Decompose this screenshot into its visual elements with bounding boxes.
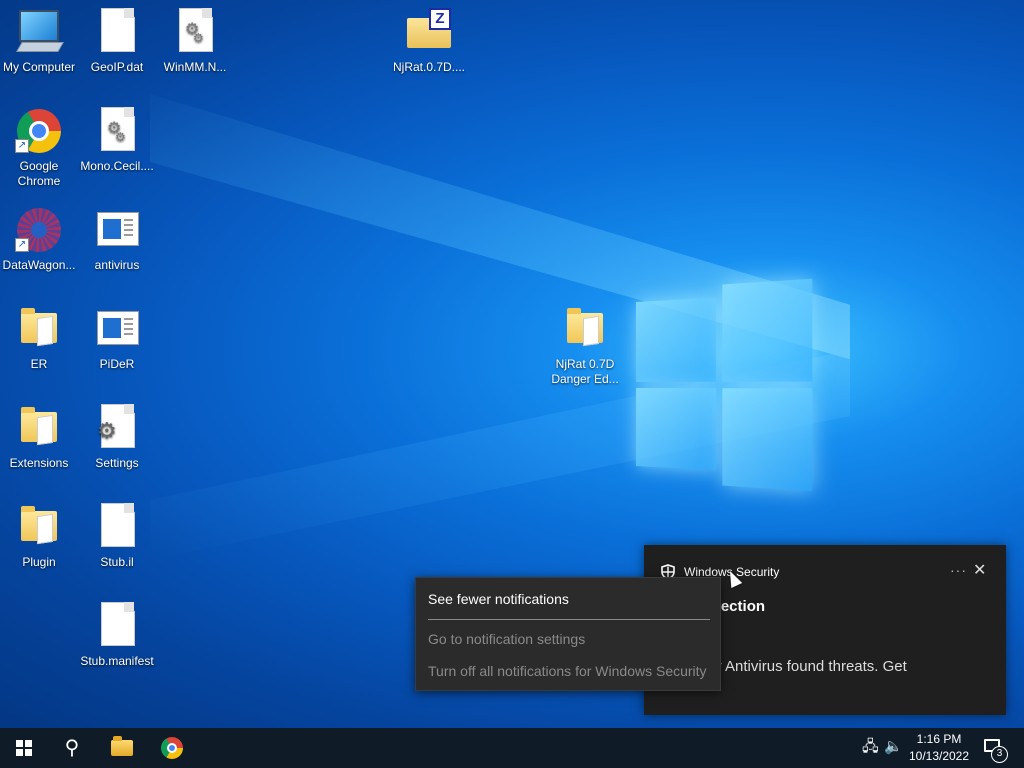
desktop-icon-label: Plugin xyxy=(22,555,56,569)
desktop-icon-label: Google Chrome xyxy=(17,159,61,188)
desktop-icon-label: Mono.Cecil.... xyxy=(80,159,154,173)
toast-close-button[interactable]: ✕ xyxy=(973,560,986,580)
desktop-icon-er-folder[interactable]: ER xyxy=(0,305,78,372)
start-button[interactable] xyxy=(0,728,48,768)
notification-count-badge: 3 xyxy=(991,746,1008,763)
menu-separator xyxy=(428,619,710,620)
taskbar-file-explorer[interactable] xyxy=(98,728,146,768)
search-button[interactable]: ⚲ xyxy=(48,728,96,768)
desktop-icon-label: antivirus xyxy=(94,258,140,272)
search-icon: ⚲ xyxy=(64,737,80,759)
action-center-button[interactable]: 3 xyxy=(982,737,1008,763)
desktop-icon-settings[interactable]: ⚙ Settings xyxy=(78,404,156,471)
taskbar-google-chrome[interactable] xyxy=(148,728,196,768)
desktop-icon-label: Stub.il xyxy=(100,555,134,569)
desktop-icon-label: GeoIP.dat xyxy=(90,60,144,74)
folder-icon xyxy=(561,305,609,353)
desktop-icon-datawagon[interactable]: ↗ DataWagon... xyxy=(0,206,78,273)
menu-item-go-to-notification-settings[interactable]: Go to notification settings xyxy=(428,630,585,648)
taskbar-clock[interactable]: 1:16 PM 10/13/2022 xyxy=(902,731,976,765)
desktop-icon-label: Extensions xyxy=(9,456,69,470)
settings-file-icon: ⚙ xyxy=(93,404,141,452)
folder-icon xyxy=(15,404,63,452)
toast-context-menu: See fewer notifications Go to notificati… xyxy=(415,577,721,691)
desktop-icon-winmm[interactable]: ⚙ ⚙ WinMM.N... xyxy=(156,8,234,75)
desktop-icon-google-chrome[interactable]: ↗ Google Chrome xyxy=(0,107,78,189)
chrome-icon: ↗ xyxy=(15,107,63,155)
desktop-icon-stub-il[interactable]: Stub.il xyxy=(78,503,156,570)
desktop-icon-extensions-folder[interactable]: Extensions xyxy=(0,404,78,471)
file-explorer-icon xyxy=(111,736,133,756)
desktop-icon-label: My Computer xyxy=(2,60,76,74)
desktop-icon-njrat-archive[interactable]: Z NjRat.0.7D.... xyxy=(390,8,468,75)
chrome-icon xyxy=(161,737,183,759)
toast-more-options-button[interactable]: ··· xyxy=(950,562,967,578)
windows-wallpaper-logo xyxy=(636,278,831,493)
datawagon-icon: ↗ xyxy=(15,206,63,254)
desktop-icon-my-computer[interactable]: My Computer xyxy=(0,8,78,75)
menu-item-see-fewer-notifications[interactable]: See fewer notifications xyxy=(428,590,569,608)
desktop: My Computer GeoIP.dat ⚙ ⚙ WinMM.N... Z N… xyxy=(0,0,1024,728)
folder-icon xyxy=(15,305,63,353)
desktop-icon-geoip[interactable]: GeoIP.dat xyxy=(78,8,156,75)
clock-time: 1:16 PM xyxy=(916,732,962,746)
desktop-icon-label: WinMM.N... xyxy=(163,60,227,74)
config-file-icon: ⚙ ⚙ xyxy=(171,8,219,56)
rar-archive-icon: Z xyxy=(405,8,453,56)
desktop-icon-mono-cecil[interactable]: ⚙ ⚙ Mono.Cecil.... xyxy=(78,107,156,174)
desktop-icon-label: DataWagon... xyxy=(2,258,76,272)
desktop-icon-antivirus[interactable]: antivirus xyxy=(78,206,156,273)
taskbar: ⚲ 🖧 🔈 1:16 PM 10/13/2022 3 xyxy=(0,728,1024,768)
application-icon xyxy=(93,206,141,254)
desktop-icon-label: NjRat.0.7D.... xyxy=(392,60,466,74)
folder-icon xyxy=(15,503,63,551)
desktop-icon-label: Stub.manifest xyxy=(80,654,154,668)
file-icon xyxy=(93,602,141,650)
desktop-icon-label: Settings xyxy=(95,456,139,470)
application-icon xyxy=(93,305,141,353)
file-icon xyxy=(93,503,141,551)
windows-start-icon xyxy=(16,740,32,756)
desktop-icon-pider[interactable]: PiDeR xyxy=(78,305,156,372)
desktop-icon-label: NjRat 0.7D Danger Ed... xyxy=(551,357,619,386)
volume-icon[interactable]: 🔈 xyxy=(884,738,903,756)
desktop-icon-label: PiDeR xyxy=(99,357,135,371)
desktop-icon-label: ER xyxy=(30,357,48,371)
config-file-icon: ⚙ ⚙ xyxy=(93,107,141,155)
desktop-icon-plugin-folder[interactable]: Plugin xyxy=(0,503,78,570)
desktop-icon-njrat-folder[interactable]: NjRat 0.7D Danger Ed... xyxy=(546,305,624,387)
network-icon[interactable]: 🖧 xyxy=(862,738,879,756)
computer-icon xyxy=(15,8,64,56)
clock-date: 10/13/2022 xyxy=(908,749,970,763)
file-icon xyxy=(93,8,141,56)
menu-item-turn-off-all-notifications[interactable]: Turn off all notifications for Windows S… xyxy=(428,662,707,680)
desktop-icon-stub-manifest[interactable]: Stub.manifest xyxy=(78,602,156,669)
